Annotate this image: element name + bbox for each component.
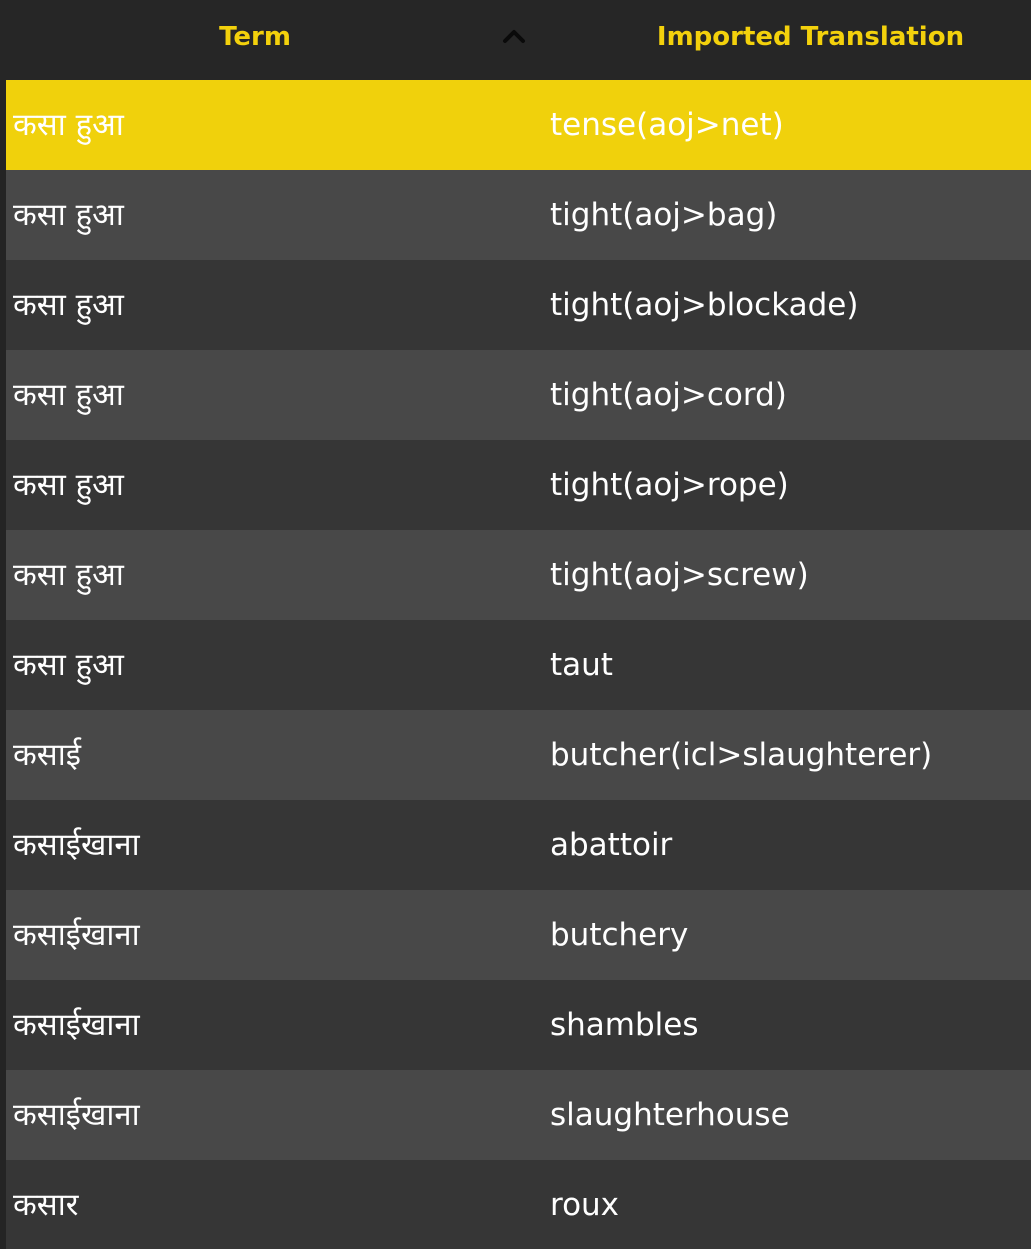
term-cell: कसा हुआ [13,377,124,413]
table-row[interactable]: कसाईखाना butchery [6,890,1031,980]
translation-cell: tight(aoj>bag) [550,197,778,233]
table-row[interactable]: कसाईखाना shambles [6,980,1031,1070]
table-row[interactable]: कसा हुआ tight(aoj>screw) [6,530,1031,620]
term-cell: कसार [13,1187,79,1223]
term-cell: कसाईखाना [13,827,140,863]
translation-cell: abattoir [550,827,673,863]
term-cell: कसाईखाना [13,917,140,953]
translation-cell: tight(aoj>rope) [550,467,789,503]
translation-cell: tight(aoj>cord) [550,377,787,413]
table-row[interactable]: कसा हुआ tight(aoj>bag) [6,170,1031,260]
term-cell: कसा हुआ [13,557,124,593]
table-header: Term Imported Translation [0,0,1031,80]
glossary-table: Term Imported Translation कसा हुआ tense(… [0,0,1031,1249]
translation-cell: taut [550,647,613,683]
table-row[interactable]: कसाईखाना abattoir [6,800,1031,890]
term-cell: कसा हुआ [13,647,124,683]
table-row[interactable]: कसाईखाना slaughterhouse [6,1070,1031,1160]
table-row[interactable]: कसा हुआ tense(aoj>net) [6,80,1031,170]
column-header-term[interactable]: Term [0,0,510,74]
table-row[interactable]: कसार roux [6,1160,1031,1249]
translation-cell: tight(aoj>blockade) [550,287,859,323]
table-row[interactable]: कसा हुआ tight(aoj>rope) [6,440,1031,530]
term-cell: कसा हुआ [13,197,124,233]
table-row[interactable]: कसाई butcher(icl>slaughterer) [6,710,1031,800]
chevron-up-icon[interactable] [498,20,530,52]
term-cell: कसा हुआ [13,107,124,143]
translation-cell: butchery [550,917,689,953]
translation-cell: tight(aoj>screw) [550,557,809,593]
table-row[interactable]: कसा हुआ tight(aoj>blockade) [6,260,1031,350]
term-cell: कसा हुआ [13,467,124,503]
term-cell: कसाईखाना [13,1097,140,1133]
term-cell: कसा हुआ [13,287,124,323]
table-row[interactable]: कसा हुआ taut [6,620,1031,710]
translation-cell: butcher(icl>slaughterer) [550,737,933,773]
translation-cell: shambles [550,1007,699,1043]
term-cell: कसाईखाना [13,1007,140,1043]
translation-cell: tense(aoj>net) [550,107,784,143]
term-cell: कसाई [13,737,82,773]
table-row[interactable]: कसा हुआ tight(aoj>cord) [6,350,1031,440]
table-body: कसा हुआ tense(aoj>net) कसा हुआ tight(aoj… [6,80,1031,1249]
translation-cell: roux [550,1187,620,1223]
translation-cell: slaughterhouse [550,1097,790,1133]
column-header-imported-translation[interactable]: Imported Translation [590,0,1031,74]
